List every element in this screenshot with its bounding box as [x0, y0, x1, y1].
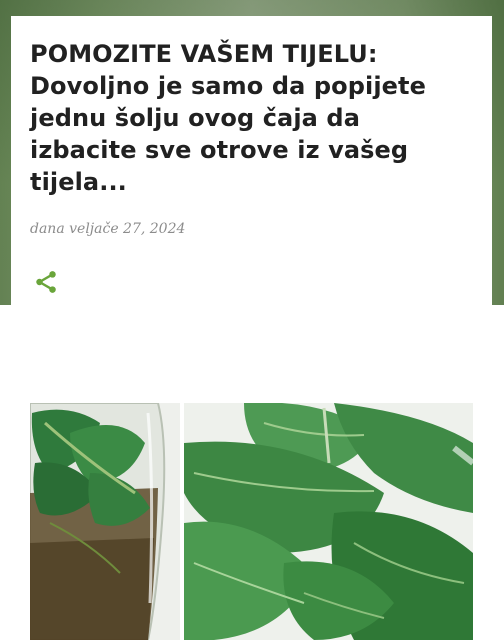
post-card: POMOZITE VAŠEM TIJELU: Dovoljno je samo … [11, 16, 492, 640]
post-hero-image[interactable] [30, 403, 473, 640]
mint-leaves-photo [184, 403, 473, 640]
post-title[interactable]: POMOZITE VAŠEM TIJELU: Dovoljno je samo … [30, 38, 470, 198]
post-date[interactable]: dana veljače 27, 2024 [30, 221, 185, 237]
mint-tea-glass-photo [30, 403, 180, 640]
share-icon [36, 271, 56, 293]
share-button[interactable] [33, 269, 59, 295]
